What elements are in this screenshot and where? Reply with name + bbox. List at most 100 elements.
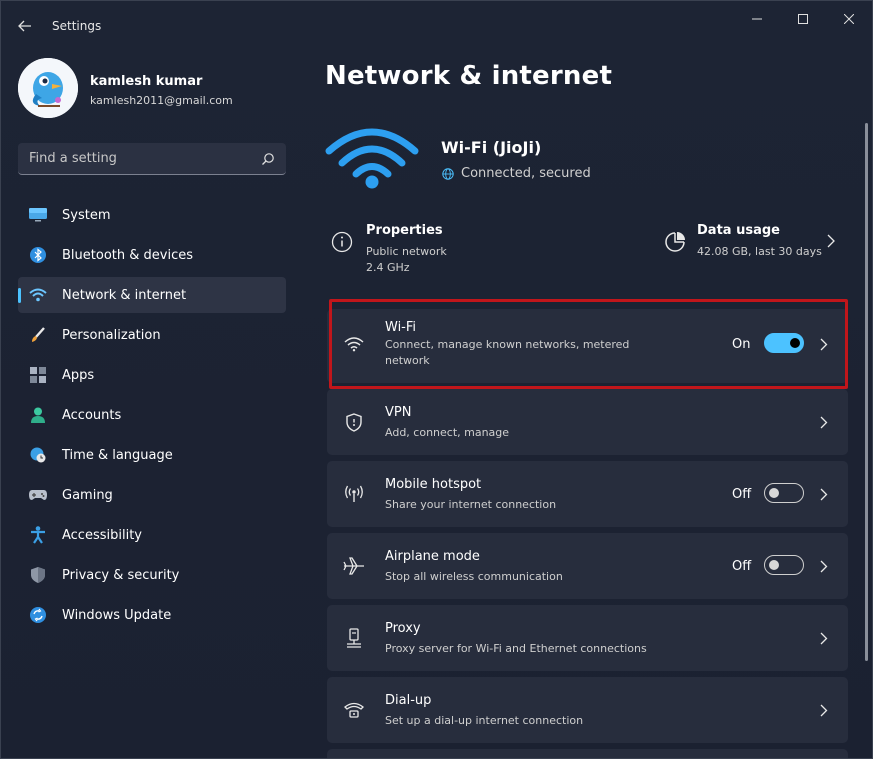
chevron-right-icon bbox=[820, 416, 828, 429]
toggle-knob bbox=[769, 560, 779, 570]
maximize-button[interactable] bbox=[780, 7, 826, 31]
airplane-mode-card[interactable]: Airplane mode Stop all wireless communic… bbox=[327, 533, 848, 599]
dialup-icon bbox=[343, 699, 365, 721]
search-icon[interactable] bbox=[261, 152, 275, 166]
user-email: kamlesh2011@gmail.com bbox=[90, 94, 233, 107]
sidebar-item-privacy-security[interactable]: Privacy & security bbox=[18, 557, 286, 593]
sidebar-item-label: Privacy & security bbox=[62, 567, 180, 583]
properties-title: Properties bbox=[366, 223, 443, 238]
network-wifi-icon bbox=[29, 287, 47, 303]
globe-clock-icon bbox=[29, 447, 47, 463]
close-icon bbox=[844, 14, 854, 24]
title-bar: Settings bbox=[1, 1, 872, 49]
wifi-large-icon bbox=[325, 128, 419, 189]
card-subtitle: Share your internet connection bbox=[385, 498, 557, 511]
sidebar-item-accessibility[interactable]: Accessibility bbox=[18, 517, 286, 553]
sidebar-item-label: Bluetooth & devices bbox=[62, 247, 193, 263]
sidebar-item-apps[interactable]: Apps bbox=[18, 357, 286, 393]
avatar[interactable] bbox=[18, 58, 78, 118]
card-subtitle: Add, connect, manage bbox=[385, 426, 510, 439]
toggle-knob bbox=[790, 338, 800, 348]
sidebar-item-system[interactable]: System bbox=[18, 197, 286, 233]
chevron-right-icon bbox=[827, 234, 835, 248]
card-subtitle: Set up a dial-up internet connection bbox=[385, 714, 584, 727]
network-band: 2.4 GHz bbox=[366, 261, 410, 274]
sidebar-item-network[interactable]: Network & internet bbox=[18, 277, 286, 313]
sidebar-item-label: Accounts bbox=[62, 407, 122, 423]
network-type: Public network bbox=[366, 245, 447, 258]
card-title: VPN bbox=[385, 405, 412, 420]
card-title: Dial-up bbox=[385, 693, 432, 708]
apps-icon bbox=[29, 367, 47, 383]
search-box[interactable] bbox=[18, 143, 286, 175]
data-usage-amount: 42.08 GB, last 30 days bbox=[697, 245, 822, 258]
maximize-icon bbox=[798, 14, 808, 24]
connection-name: Wi-Fi (JioJi) bbox=[441, 138, 542, 157]
gamepad-icon bbox=[29, 487, 47, 503]
sidebar-item-label: Network & internet bbox=[62, 287, 187, 303]
sidebar-item-bluetooth[interactable]: Bluetooth & devices bbox=[18, 237, 286, 273]
update-icon bbox=[29, 607, 47, 623]
connection-status: Connected, secured bbox=[461, 166, 591, 181]
monitor-icon bbox=[29, 207, 47, 223]
back-arrow-icon bbox=[18, 20, 31, 32]
proxy-icon bbox=[343, 627, 365, 649]
chevron-right-icon bbox=[820, 560, 828, 573]
bluetooth-icon bbox=[29, 247, 47, 263]
properties-link[interactable]: Properties Public network 2.4 GHz bbox=[331, 223, 591, 279]
vpn-card[interactable]: VPN Add, connect, manage bbox=[327, 389, 848, 455]
mobile-hotspot-card[interactable]: Mobile hotspot Share your internet conne… bbox=[327, 461, 848, 527]
hotspot-icon bbox=[343, 483, 365, 505]
sidebar-item-accounts[interactable]: Accounts bbox=[18, 397, 286, 433]
wifi-icon bbox=[343, 333, 365, 355]
minimize-icon bbox=[752, 18, 762, 20]
toggle-state-label: Off bbox=[732, 559, 752, 574]
proxy-card[interactable]: Proxy Proxy server for Wi-Fi and Etherne… bbox=[327, 605, 848, 671]
sidebar-item-gaming[interactable]: Gaming bbox=[18, 477, 286, 513]
brush-icon bbox=[29, 327, 47, 343]
vpn-shield-icon bbox=[343, 411, 365, 433]
toggle-state-label: On bbox=[732, 337, 751, 352]
card-title: Mobile hotspot bbox=[385, 477, 482, 492]
data-usage-icon bbox=[665, 232, 685, 252]
card-subtitle: Connect, manage known networks, metered … bbox=[385, 338, 630, 367]
person-icon bbox=[29, 407, 47, 423]
globe-icon bbox=[442, 168, 454, 180]
sidebar-item-label: System bbox=[62, 207, 111, 223]
card-title: Proxy bbox=[385, 621, 421, 636]
sidebar-item-label: Personalization bbox=[62, 327, 161, 343]
bird-avatar-icon bbox=[18, 58, 78, 118]
sidebar-item-label: Accessibility bbox=[62, 527, 142, 543]
sidebar-nav: System Bluetooth & devices Network & int… bbox=[18, 197, 286, 637]
info-icon bbox=[331, 231, 353, 253]
settings-window: Settings kamlesh kumar kamlesh2011@gmail… bbox=[0, 0, 873, 759]
data-usage-title: Data usage bbox=[697, 223, 780, 238]
close-button[interactable] bbox=[826, 7, 872, 31]
wifi-toggle[interactable] bbox=[764, 333, 804, 353]
data-usage-link[interactable]: Data usage 42.08 GB, last 30 days bbox=[664, 223, 848, 263]
sidebar-item-time-language[interactable]: Time & language bbox=[18, 437, 286, 473]
page-title: Network & internet bbox=[325, 61, 613, 91]
airplane-mode-toggle[interactable] bbox=[764, 555, 804, 575]
back-button[interactable] bbox=[13, 15, 37, 37]
chevron-right-icon bbox=[820, 704, 828, 717]
sidebar-item-label: Time & language bbox=[62, 447, 173, 463]
shield-icon bbox=[29, 567, 47, 583]
card-subtitle: Proxy server for Wi-Fi and Ethernet conn… bbox=[385, 642, 647, 655]
card-title: Wi-Fi bbox=[385, 320, 417, 335]
search-input[interactable] bbox=[18, 143, 248, 173]
airplane-icon bbox=[343, 555, 365, 577]
mobile-hotspot-toggle[interactable] bbox=[764, 483, 804, 503]
chevron-right-icon bbox=[820, 632, 828, 645]
next-card-partial[interactable] bbox=[327, 749, 848, 758]
app-title: Settings bbox=[52, 19, 102, 33]
sidebar-item-personalization[interactable]: Personalization bbox=[18, 317, 286, 353]
toggle-state-label: Off bbox=[732, 487, 752, 502]
scrollbar[interactable] bbox=[865, 123, 868, 661]
sidebar-item-label: Apps bbox=[62, 367, 95, 383]
dial-up-card[interactable]: Dial-up Set up a dial-up internet connec… bbox=[327, 677, 848, 743]
wifi-card[interactable]: Wi-Fi Connect, manage known networks, me… bbox=[327, 309, 848, 383]
sidebar-item-windows-update[interactable]: Windows Update bbox=[18, 597, 286, 633]
chevron-right-icon bbox=[820, 488, 828, 501]
minimize-button[interactable] bbox=[734, 7, 780, 31]
